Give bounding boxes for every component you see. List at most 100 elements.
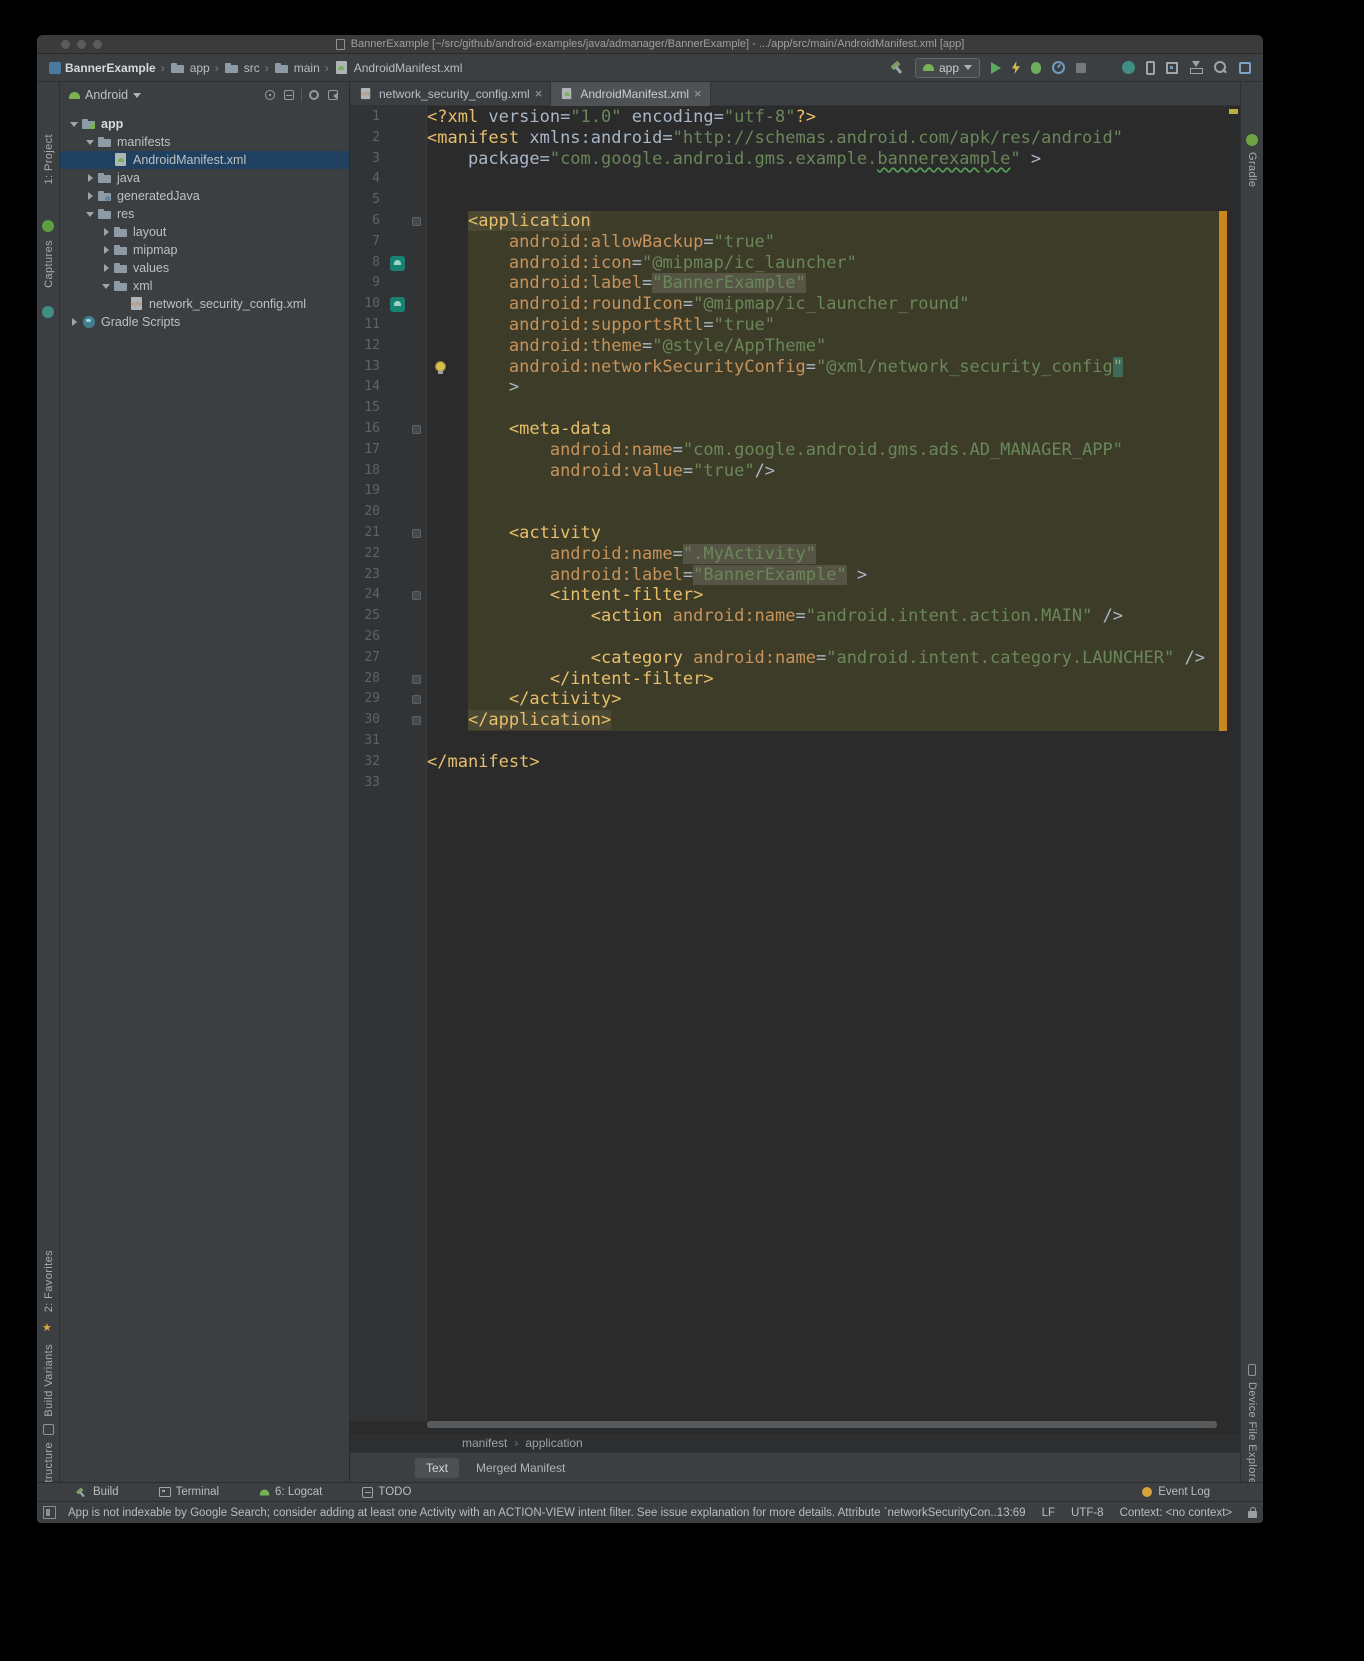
code-line-32[interactable]: </manifest> — [427, 752, 1205, 773]
tool-window-button-terminal[interactable]: Terminal — [159, 1486, 219, 1498]
run-configuration-select[interactable]: app — [915, 58, 980, 78]
close-window-button[interactable] — [61, 40, 70, 49]
tree-item-values[interactable]: values — [60, 259, 349, 277]
code-line-20[interactable] — [427, 502, 1205, 523]
code-line-12[interactable]: android:theme="@style/AppTheme" — [427, 336, 1205, 357]
code-line-15[interactable] — [427, 398, 1205, 419]
apply-changes-icon[interactable] — [1012, 61, 1020, 74]
tool-window-button-gradle[interactable]: Gradle — [1246, 152, 1258, 187]
chevron-down-icon[interactable] — [84, 133, 97, 151]
code-line-9[interactable]: android:label="BannerExample" — [427, 273, 1205, 294]
error-stripe-mark[interactable] — [1229, 109, 1238, 114]
stop-button[interactable] — [1076, 63, 1086, 73]
captures-icon[interactable] — [42, 220, 54, 232]
code-line-19[interactable] — [427, 481, 1205, 502]
layout-inspector-icon[interactable] — [1166, 62, 1178, 74]
run-button[interactable] — [991, 62, 1001, 74]
tree-item-network-security-config-xml[interactable]: network_security_config.xml — [60, 295, 349, 313]
tree-item-generatedjava[interactable]: generatedJava — [60, 187, 349, 205]
build-hammer-icon[interactable] — [889, 60, 904, 75]
tree-item-androidmanifest-xml[interactable]: AndroidManifest.xml — [60, 151, 349, 169]
code-line-5[interactable] — [427, 190, 1205, 211]
sdk-manager-icon[interactable] — [1189, 61, 1202, 74]
chevron-down-icon[interactable] — [100, 277, 113, 295]
code-line-8[interactable]: android:icon="@mipmap/ic_launcher" — [427, 253, 1205, 274]
gear-icon[interactable] — [307, 88, 321, 102]
code-line-27[interactable]: <category android:name="android.intent.c… — [427, 648, 1205, 669]
android-tool-icon[interactable] — [42, 306, 54, 318]
code-line-3[interactable]: package="com.google.android.gms.example.… — [427, 149, 1205, 170]
tree-item-layout[interactable]: layout — [60, 223, 349, 241]
breadcrumb-application[interactable]: application — [525, 1436, 582, 1450]
breadcrumb-file[interactable]: AndroidManifest.xml — [334, 60, 463, 76]
tab-merged-manifest[interactable]: Merged Manifest — [465, 1458, 576, 1478]
code-editor[interactable]: <?xml version="1.0" encoding="utf-8"?><m… — [427, 107, 1205, 793]
tool-window-button-todo[interactable]: TODO — [362, 1486, 411, 1498]
tool-window-button-build[interactable]: Build — [73, 1485, 119, 1500]
debug-button[interactable] — [1031, 62, 1041, 74]
chevron-down-icon[interactable] — [84, 205, 97, 223]
tool-window-button-captures[interactable]: Captures — [43, 240, 55, 288]
zoom-window-button[interactable] — [93, 40, 102, 49]
code-line-10[interactable]: android:roundIcon="@mipmap/ic_launcher_r… — [427, 294, 1205, 315]
tool-window-button-build-variants[interactable]: Build Variants — [43, 1344, 55, 1417]
code-line-21[interactable]: <activity — [427, 523, 1205, 544]
sync-project-icon[interactable] — [1122, 61, 1135, 74]
hide-panel-icon[interactable] — [326, 88, 340, 102]
code-line-33[interactable] — [427, 773, 1205, 794]
tree-item-java[interactable]: java — [60, 169, 349, 187]
code-line-1[interactable]: <?xml version="1.0" encoding="utf-8"?> — [427, 107, 1205, 128]
gradle-icon[interactable] — [1246, 134, 1258, 146]
code-line-16[interactable]: <meta-data — [427, 419, 1205, 440]
chevron-down-icon[interactable] — [133, 93, 141, 102]
chevron-right-icon[interactable] — [100, 259, 113, 277]
close-icon[interactable] — [535, 87, 543, 101]
encoding-widget[interactable]: UTF-8 — [1071, 1507, 1104, 1519]
line-ending-widget[interactable]: LF — [1042, 1507, 1055, 1519]
tree-item-app[interactable]: app — [60, 115, 349, 133]
event-log-button[interactable]: Event Log — [1142, 1486, 1263, 1498]
profile-button[interactable] — [1052, 61, 1065, 74]
tool-window-switcher-icon[interactable] — [43, 1506, 56, 1519]
lock-icon[interactable] — [1248, 1511, 1257, 1518]
status-message[interactable]: App is not indexable by Google Search; c… — [68, 1507, 997, 1519]
tab-android-manifest[interactable]: AndroidManifest.xml — [551, 82, 710, 106]
tool-window-button-logcat[interactable]: 6: Logcat — [259, 1486, 322, 1498]
breadcrumb-manifest[interactable]: manifest — [462, 1436, 507, 1450]
horizontal-scrollbar[interactable] — [427, 1421, 1217, 1428]
chevron-right-icon[interactable] — [84, 187, 97, 205]
code-line-7[interactable]: android:allowBackup="true" — [427, 232, 1205, 253]
tree-item-gradle-scripts[interactable]: Gradle Scripts — [60, 313, 349, 331]
tool-window-button-favorites[interactable]: 2: Favorites — [43, 1250, 55, 1312]
code-line-17[interactable]: android:name="com.google.android.gms.ads… — [427, 440, 1205, 461]
tab-network-security-config[interactable]: network_security_config.xml — [350, 82, 551, 106]
code-line-22[interactable]: android:name=".MyActivity" — [427, 544, 1205, 565]
code-line-4[interactable] — [427, 169, 1205, 190]
code-line-25[interactable]: <action android:name="android.intent.act… — [427, 606, 1205, 627]
code-line-11[interactable]: android:supportsRtl="true" — [427, 315, 1205, 336]
code-line-2[interactable]: <manifest xmlns:android="http://schemas.… — [427, 128, 1205, 149]
context-widget[interactable]: Context: <no context> — [1120, 1507, 1233, 1519]
locate-file-icon[interactable] — [263, 88, 277, 102]
tool-window-button-project[interactable]: 1: Project — [43, 134, 55, 184]
code-line-24[interactable]: <intent-filter> — [427, 585, 1205, 606]
chevron-down-icon[interactable] — [68, 115, 81, 133]
code-line-13[interactable]: android:networkSecurityConfig="@xml/netw… — [427, 357, 1205, 378]
breadcrumb-main[interactable]: main — [274, 60, 320, 76]
tree-item-manifests[interactable]: manifests — [60, 133, 349, 151]
breadcrumb-project[interactable]: BannerExample — [49, 61, 156, 75]
tree-item-xml[interactable]: xml — [60, 277, 349, 295]
tab-text[interactable]: Text — [415, 1458, 459, 1478]
tool-window-button-device-file-explorer[interactable]: Device File Explorer — [1246, 1382, 1258, 1488]
code-line-14[interactable]: > — [427, 377, 1205, 398]
code-line-31[interactable] — [427, 731, 1205, 752]
tree-item-mipmap[interactable]: mipmap — [60, 241, 349, 259]
chevron-right-icon[interactable] — [84, 169, 97, 187]
project-structure-icon[interactable] — [1239, 62, 1251, 74]
breadcrumb-src[interactable]: src — [224, 60, 260, 76]
avd-manager-icon[interactable] — [1146, 61, 1155, 75]
breadcrumb-app[interactable]: app — [170, 60, 210, 76]
collapse-all-icon[interactable] — [282, 88, 296, 102]
code-line-6[interactable]: <application — [427, 211, 1205, 232]
minimize-window-button[interactable] — [77, 40, 86, 49]
